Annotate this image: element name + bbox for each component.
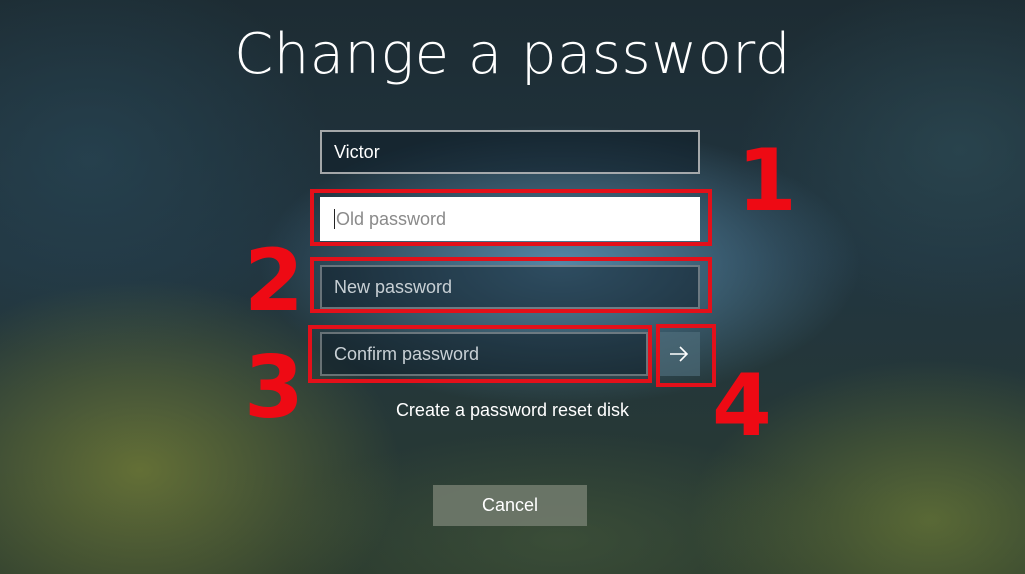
username-field: Victor <box>320 130 700 174</box>
page-title: Change a password <box>234 22 791 87</box>
highlight-box-new-password <box>310 257 712 313</box>
highlight-box-submit <box>656 324 716 387</box>
highlight-box-old-password <box>310 189 712 246</box>
annotation-number-2: 2 <box>244 231 304 331</box>
annotation-number-4: 4 <box>712 356 772 456</box>
username-value: Victor <box>334 141 380 162</box>
highlight-box-confirm-password <box>308 325 652 383</box>
create-reset-disk-link[interactable]: Create a password reset disk <box>0 400 1025 421</box>
cancel-button[interactable]: Cancel <box>433 485 587 526</box>
annotation-number-3: 3 <box>244 338 304 438</box>
annotation-number-1: 1 <box>737 131 797 231</box>
